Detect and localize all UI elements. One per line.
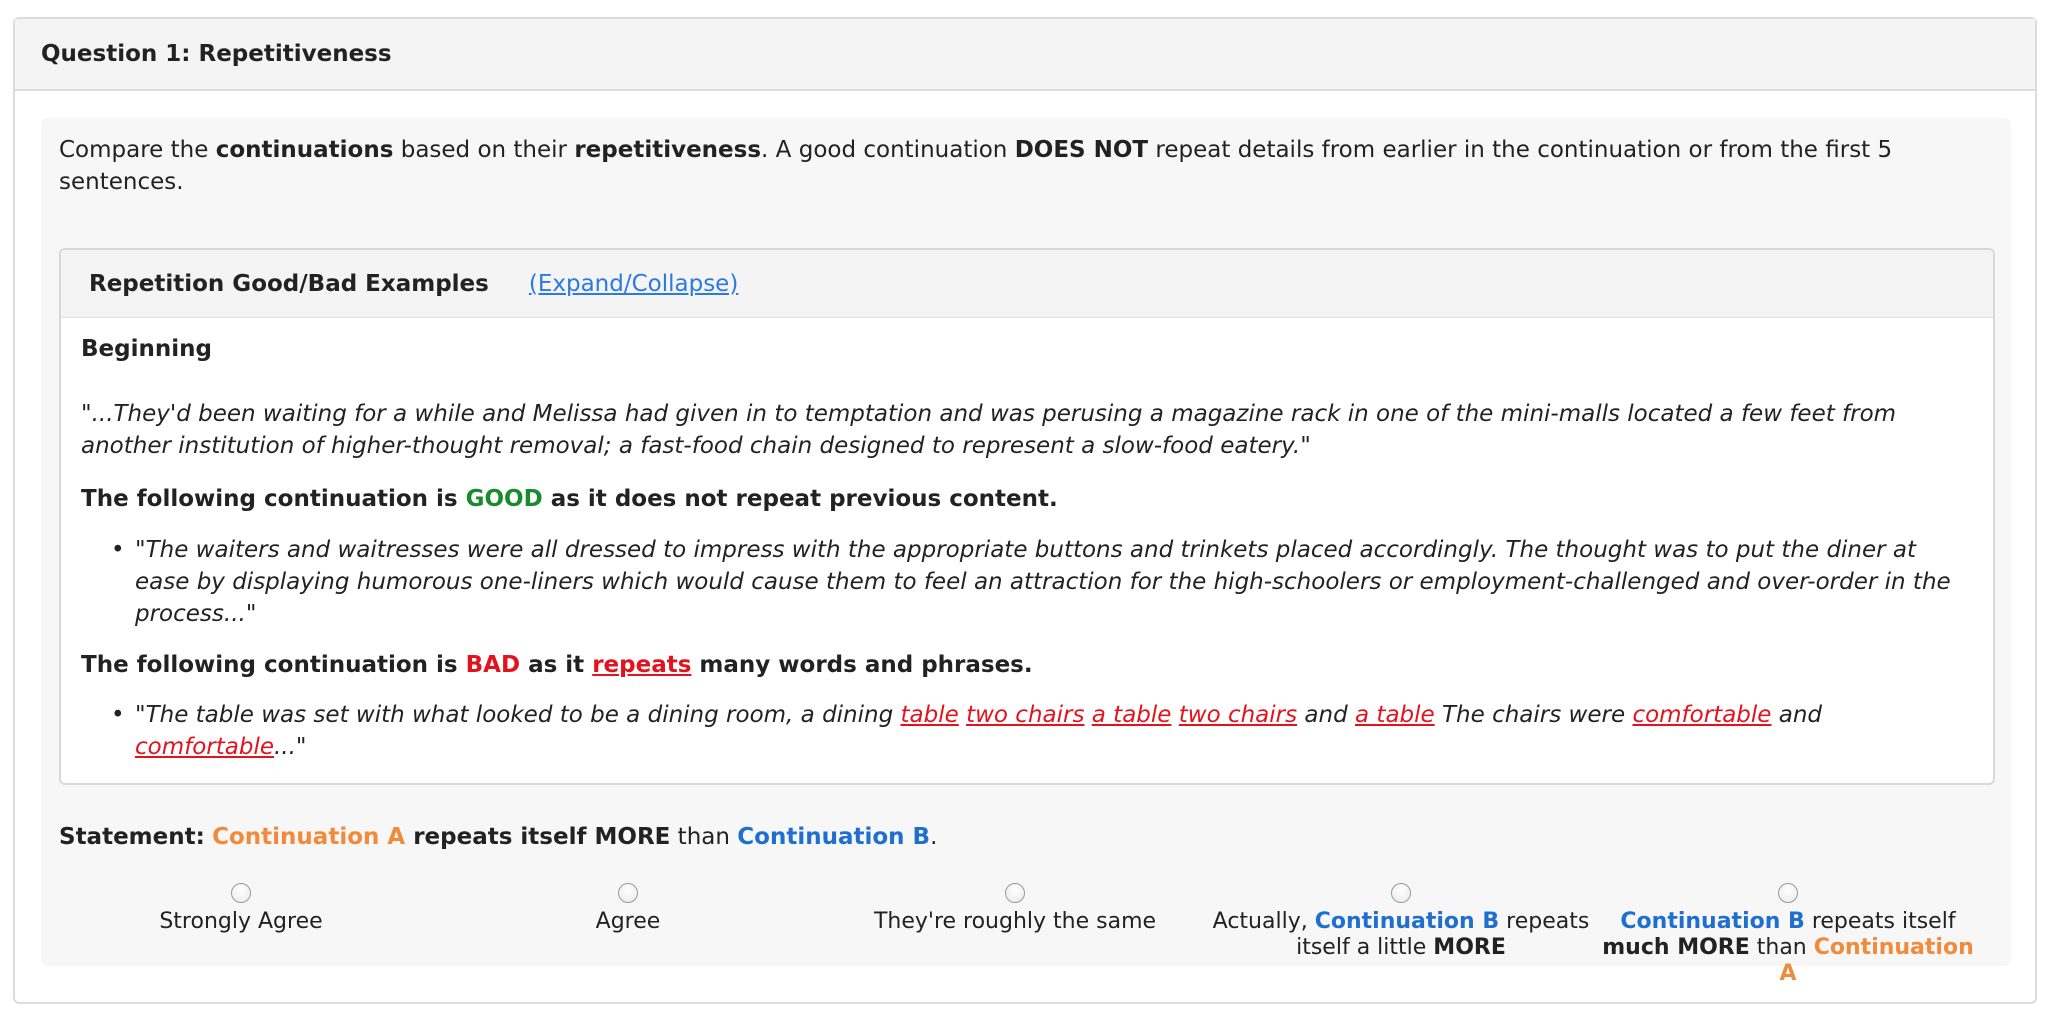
- good-heading-suffix: as it does not repeat previous content.: [542, 486, 1058, 512]
- bad-quote-text: The chairs were: [1434, 702, 1633, 728]
- option-text: Actually,: [1212, 909, 1315, 934]
- question-body: Compare the continuations based on their…: [41, 118, 2011, 986]
- option-label: Continuation B repeats itself much MORE …: [1593, 909, 1983, 987]
- good-example-item: • "The waiters and waitresses were all d…: [111, 534, 1975, 630]
- statement-label: Statement:: [59, 824, 205, 850]
- continuation-b-label: Continuation B: [1314, 909, 1500, 934]
- option-label: They're roughly the same: [873, 909, 1157, 934]
- intro-bold-does-not: DOES NOT: [1014, 137, 1149, 163]
- good-example-heading: The following continuation is GOOD as it…: [81, 486, 1058, 512]
- option-strongly-agree[interactable]: Strongly Agree: [46, 883, 436, 935]
- good-heading-prefix: The following continuation is: [81, 486, 466, 512]
- option-text: repeats itself: [1804, 909, 1956, 934]
- bad-quote-text: and: [1771, 702, 1823, 728]
- repeated-phrase: a table: [1355, 702, 1435, 728]
- repeated-phrase: two chairs: [1178, 702, 1298, 728]
- radio-b-little-more[interactable]: [1391, 883, 1411, 903]
- bad-heading-suffix: many words and phrases.: [691, 652, 1033, 678]
- bad-quote-text: ...": [274, 734, 307, 760]
- bad-heading-prefix: The following continuation is: [81, 652, 466, 678]
- bad-example-heading: The following continuation is BAD as it …: [81, 652, 1033, 678]
- intro-bold-repetitiveness: repetitiveness: [574, 137, 762, 163]
- option-agree[interactable]: Agree: [433, 883, 823, 935]
- expand-collapse-link[interactable]: (Expand/Collapse): [529, 271, 738, 297]
- repeats-word: repeats: [592, 652, 692, 678]
- statement-end: .: [930, 824, 938, 850]
- option-label: Strongly Agree: [159, 909, 323, 934]
- statement-more: MORE: [594, 824, 671, 850]
- continuation-a-label: Continuation A: [212, 824, 406, 850]
- statement-than: than: [670, 824, 738, 850]
- option-much-more: much MORE: [1602, 935, 1750, 960]
- beginning-label: Beginning: [81, 336, 212, 362]
- bad-heading-mid: as it: [520, 652, 593, 678]
- examples-title: Repetition Good/Bad Examples: [89, 270, 489, 297]
- intro-part: based on their: [393, 137, 575, 163]
- option-roughly-same[interactable]: They're roughly the same: [820, 883, 1210, 935]
- option-label: Actually, Continuation B repeats itself …: [1206, 909, 1596, 961]
- repeated-phrase: comfortable: [135, 734, 274, 760]
- radio-strongly-agree[interactable]: [231, 883, 251, 903]
- bullet: •: [111, 702, 125, 728]
- question-panel: Question 1: Repetitiveness Compare the c…: [13, 17, 2037, 1004]
- continuation-b-label: Continuation B: [1620, 909, 1805, 934]
- option-label: Agree: [595, 909, 661, 934]
- bad-quote-text: "The table was set with what looked to b…: [135, 702, 901, 728]
- likert-options: Strongly Agree Agree They're roughly the…: [41, 883, 2011, 986]
- repeated-phrase: comfortable: [1632, 702, 1772, 728]
- radio-agree[interactable]: [618, 883, 638, 903]
- option-b-much-more[interactable]: Continuation B repeats itself much MORE …: [1593, 883, 1983, 987]
- bad-word: BAD: [465, 652, 521, 678]
- intro-part: . A good continuation: [761, 137, 1015, 163]
- examples-panel: Repetition Good/Bad Examples (Expand/Col…: [59, 248, 1995, 785]
- intro-text: Compare the continuations based on their…: [59, 134, 1959, 198]
- intro-part: Compare the: [59, 137, 216, 163]
- bullet: •: [111, 537, 125, 563]
- good-example-quote: "The waiters and waitresses were all dre…: [135, 537, 1951, 627]
- bad-quote-text: and: [1297, 702, 1356, 728]
- option-more: MORE: [1433, 935, 1506, 960]
- continuation-b-label: Continuation B: [737, 824, 931, 850]
- option-text: than: [1749, 935, 1814, 960]
- good-word: GOOD: [465, 486, 543, 512]
- repeated-phrase: two chairs: [966, 702, 1085, 728]
- radio-b-much-more[interactable]: [1778, 883, 1798, 903]
- examples-heading: Repetition Good/Bad Examples (Expand/Col…: [61, 250, 1993, 318]
- bad-example-item: • "The table was set with what looked to…: [111, 699, 1975, 763]
- option-b-little-more[interactable]: Actually, Continuation B repeats itself …: [1206, 883, 1596, 961]
- radio-roughly-same[interactable]: [1005, 883, 1025, 903]
- intro-bold-continuations: continuations: [215, 137, 394, 163]
- repeated-phrase: table: [900, 702, 959, 728]
- repeated-phrase: a table: [1091, 702, 1172, 728]
- beginning-quote: "...They'd been waiting for a while and …: [81, 401, 1897, 459]
- statement: Statement: Continuation A repeats itself…: [59, 824, 937, 850]
- question-title: Question 1: Repetitiveness: [15, 19, 2035, 91]
- statement-mid: repeats itself: [405, 824, 595, 850]
